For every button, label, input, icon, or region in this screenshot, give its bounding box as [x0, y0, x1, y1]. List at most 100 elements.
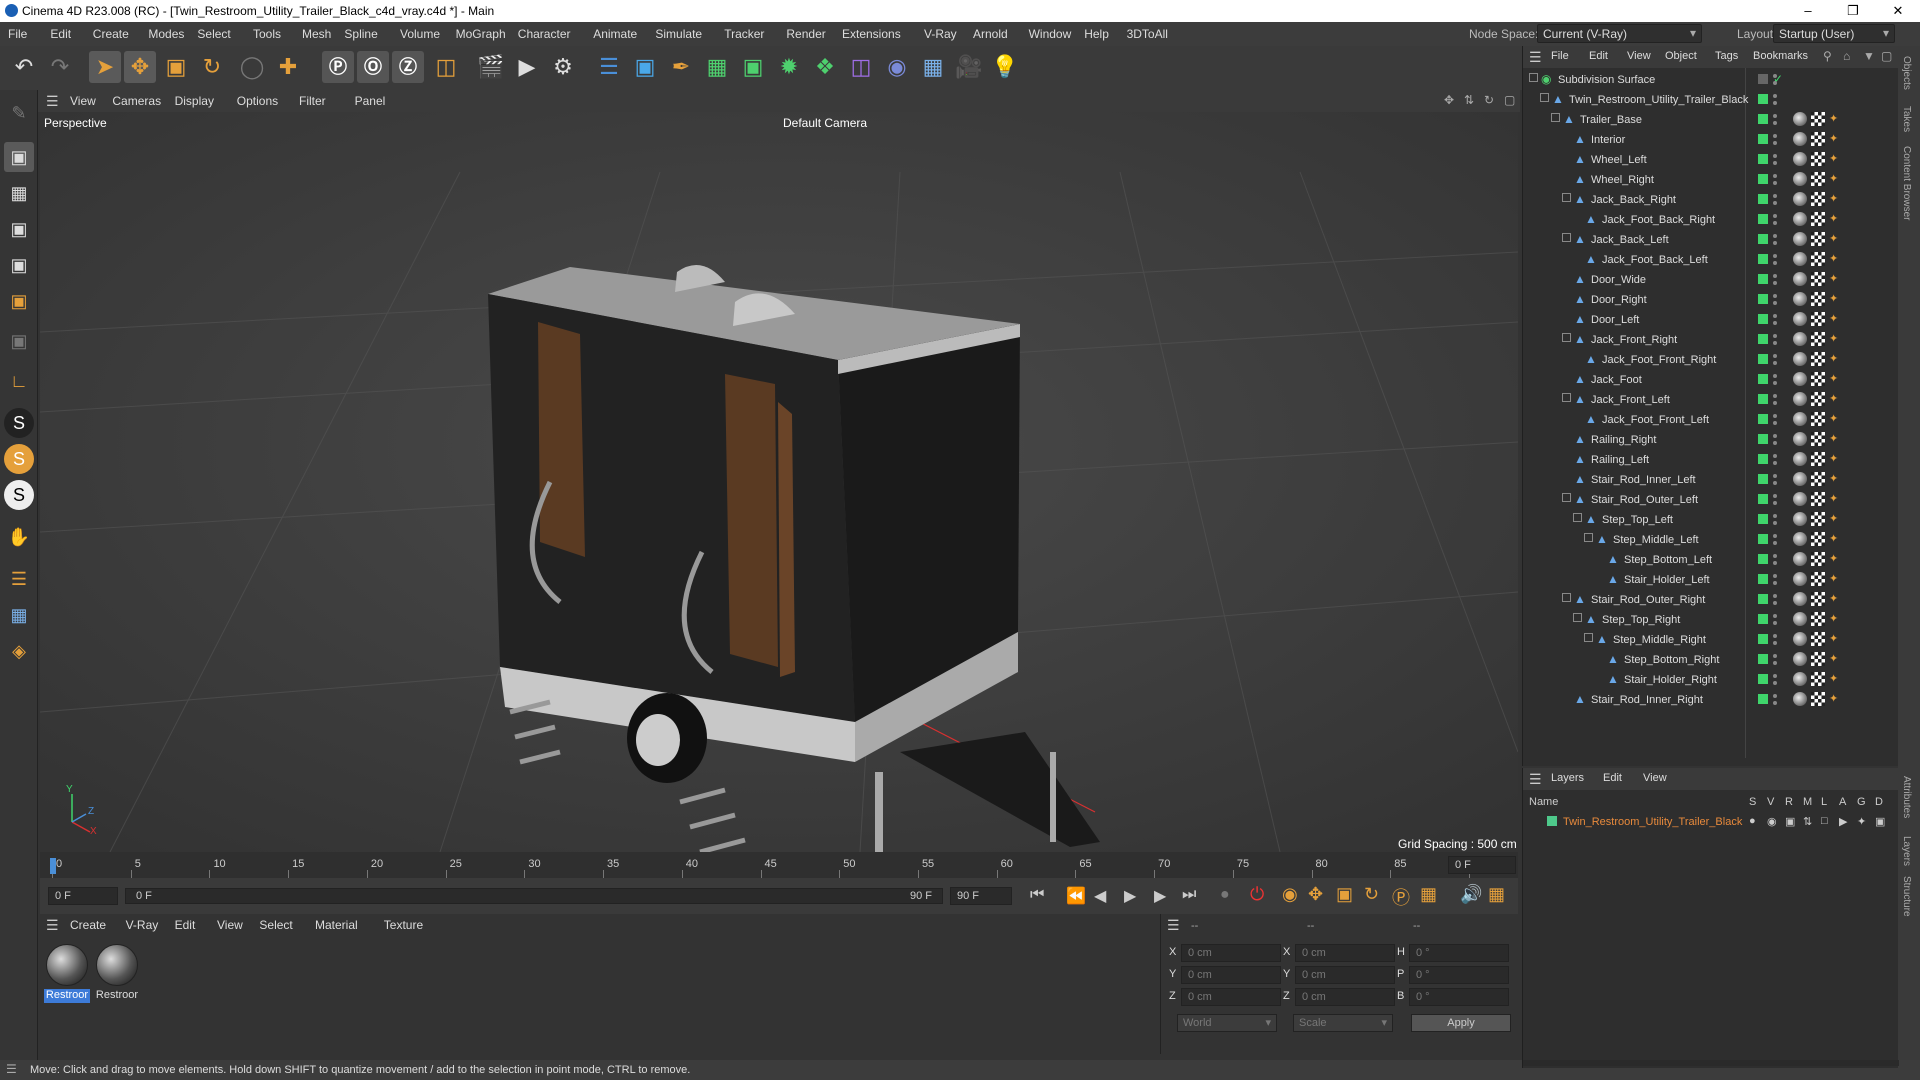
layer-flag-icon[interactable]: ●: [1749, 815, 1756, 827]
hamburger-icon[interactable]: ☰: [46, 93, 59, 110]
menu-item-mesh[interactable]: Mesh: [302, 27, 331, 41]
vray-tag-icon[interactable]: ✦: [1829, 492, 1843, 506]
next-frame-icon[interactable]: ▶: [1154, 886, 1166, 906]
hamburger-icon[interactable]: ☰: [1529, 49, 1542, 66]
layer-color-tag[interactable]: [1758, 354, 1768, 364]
side-tab-structure[interactable]: Structure: [1901, 876, 1912, 917]
model-mode-icon[interactable]: ▣: [4, 142, 34, 172]
visibility-dot-icon[interactable]: [1773, 354, 1777, 358]
viewport-menu-cameras[interactable]: Cameras: [112, 94, 161, 108]
render-dot-icon[interactable]: [1773, 201, 1777, 205]
render-dot-icon[interactable]: [1773, 621, 1777, 625]
visibility-dot-icon[interactable]: [1773, 654, 1777, 658]
menu-item-3dtoall[interactable]: 3DToAll: [1127, 27, 1168, 41]
side-tab-objects[interactable]: Objects: [1901, 56, 1912, 90]
menu-item-edit[interactable]: Edit: [50, 27, 71, 41]
texture-tag-icon[interactable]: [1811, 472, 1825, 486]
expand-toggle-icon[interactable]: [1584, 633, 1593, 642]
hamburger-icon[interactable]: ☰: [46, 917, 59, 934]
layer-color-tag[interactable]: [1758, 514, 1768, 524]
x-axis-button[interactable]: Ⓟ: [322, 51, 354, 83]
render-dot-icon[interactable]: [1773, 421, 1777, 425]
sculpt-icon[interactable]: ◈: [4, 636, 34, 666]
menu-item-render[interactable]: Render: [786, 27, 825, 41]
vray-tag-icon[interactable]: ✦: [1829, 172, 1843, 186]
vray-tag-icon[interactable]: ✦: [1829, 152, 1843, 166]
coordinate-system-button[interactable]: ◫: [430, 51, 462, 83]
visibility-dot-icon[interactable]: [1773, 214, 1777, 218]
apply-button[interactable]: Apply: [1411, 1014, 1511, 1032]
vray-tag-icon[interactable]: ✦: [1829, 212, 1843, 226]
object-menu-edit[interactable]: Edit: [1589, 50, 1608, 62]
texture-tag-icon[interactable]: [1811, 112, 1825, 126]
cloner-button[interactable]: ✹: [773, 51, 805, 83]
scale-dropdown[interactable]: Scale ▾: [1293, 1014, 1393, 1032]
texture-tag-icon[interactable]: [1811, 172, 1825, 186]
render-view-button[interactable]: ▶: [511, 51, 543, 83]
material-tag-icon[interactable]: [1793, 452, 1807, 466]
visibility-dot-icon[interactable]: [1773, 394, 1777, 398]
expand-toggle-icon[interactable]: [1573, 613, 1582, 622]
visibility-dot-icon[interactable]: [1773, 374, 1777, 378]
layer-color-tag[interactable]: [1758, 174, 1768, 184]
menu-item-create[interactable]: Create: [93, 27, 129, 41]
visibility-dot-icon[interactable]: [1773, 554, 1777, 558]
visibility-dot-icon[interactable]: [1773, 274, 1777, 278]
object-row[interactable]: ▲ Step_Bottom_Right ✦: [1523, 650, 1899, 670]
mograph-button[interactable]: ❖: [809, 51, 841, 83]
close-icon[interactable]: ✕: [1883, 2, 1913, 20]
texture-tag-icon[interactable]: [1811, 632, 1825, 646]
material-menu-v-ray[interactable]: V-Ray: [126, 918, 159, 932]
render-dot-icon[interactable]: [1773, 541, 1777, 545]
texture-tag-icon[interactable]: [1811, 672, 1825, 686]
visibility-dot-icon[interactable]: [1773, 494, 1777, 498]
object-row[interactable]: ▲ Stair_Holder_Right ✦: [1523, 670, 1899, 690]
home-icon[interactable]: ⌂: [1843, 49, 1850, 63]
visibility-dot-icon[interactable]: [1773, 674, 1777, 678]
object-row[interactable]: ▲ Stair_Rod_Inner_Right ✦: [1523, 690, 1899, 710]
material-tag-icon[interactable]: [1793, 692, 1807, 706]
deformer-button[interactable]: ◫: [845, 51, 877, 83]
layer-menu-layers[interactable]: Layers: [1551, 772, 1584, 784]
visibility-dot-icon[interactable]: [1773, 294, 1777, 298]
field-button[interactable]: ◉: [881, 51, 913, 83]
render-dot-icon[interactable]: [1773, 321, 1777, 325]
object-row[interactable]: ▲ Jack_Back_Right ✦: [1523, 190, 1899, 210]
world-dropdown[interactable]: World ▾: [1177, 1014, 1277, 1032]
side-tab-takes[interactable]: Takes: [1901, 106, 1912, 132]
material-tag-icon[interactable]: [1793, 532, 1807, 546]
render-dot-icon[interactable]: [1773, 161, 1777, 165]
menu-item-modes[interactable]: Modes: [148, 27, 184, 41]
render-dot-icon[interactable]: [1773, 101, 1777, 105]
coord-field[interactable]: 0 °: [1409, 944, 1509, 962]
visibility-dot-icon[interactable]: [1773, 514, 1777, 518]
render-dot-icon[interactable]: [1773, 581, 1777, 585]
render-dot-icon[interactable]: [1773, 681, 1777, 685]
texture-tag-icon[interactable]: [1811, 372, 1825, 386]
new-window-icon[interactable]: ▢: [1881, 49, 1892, 63]
viewport-menu-filter[interactable]: Filter: [299, 94, 326, 108]
render-dot-icon[interactable]: [1773, 221, 1777, 225]
object-row[interactable]: ▲ Jack_Front_Left ✦: [1523, 390, 1899, 410]
snap-icon[interactable]: S: [4, 408, 34, 438]
rotate-tool-button[interactable]: ↻: [196, 51, 228, 83]
node-space-dropdown[interactable]: Current (V-Ray) ▾: [1537, 24, 1702, 43]
viewport-menu-options[interactable]: Options: [237, 94, 278, 108]
redo-button[interactable]: ↷: [44, 51, 76, 83]
expand-toggle-icon[interactable]: [1584, 533, 1593, 542]
menu-item-arnold[interactable]: Arnold: [973, 27, 1008, 41]
visibility-dot-icon[interactable]: [1773, 634, 1777, 638]
object-row[interactable]: ▲ Step_Top_Left ✦: [1523, 510, 1899, 530]
object-row[interactable]: ▲ Railing_Left ✦: [1523, 450, 1899, 470]
visibility-dot-icon[interactable]: [1773, 314, 1777, 318]
layer-color-tag[interactable]: [1758, 314, 1768, 324]
param-key-icon[interactable]: Ⓟ: [1392, 884, 1410, 910]
vray-tag-icon[interactable]: ✦: [1829, 132, 1843, 146]
render-dot-icon[interactable]: [1773, 281, 1777, 285]
menu-item-v-ray[interactable]: V-Ray: [924, 27, 957, 41]
vray-tag-icon[interactable]: ✦: [1829, 652, 1843, 666]
expand-toggle-icon[interactable]: [1573, 513, 1582, 522]
object-row[interactable]: ▲ Jack_Foot_Back_Left ✦: [1523, 250, 1899, 270]
menu-item-file[interactable]: File: [8, 27, 27, 41]
layer-flag-icon[interactable]: □: [1821, 815, 1828, 827]
